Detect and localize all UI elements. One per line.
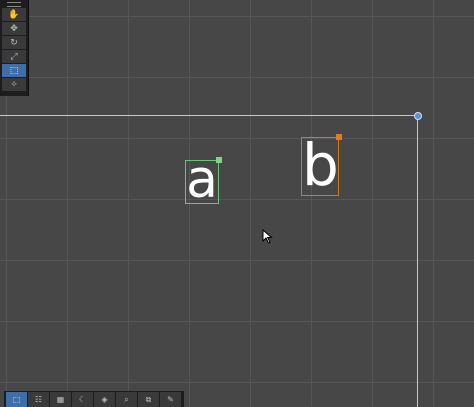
zoom-button[interactable]: ⌕ xyxy=(116,392,137,407)
rect-select-button[interactable]: ⬚ xyxy=(6,392,27,407)
moon-button[interactable]: ☾ xyxy=(72,392,93,407)
align-button[interactable]: ☷ xyxy=(28,392,49,407)
pivot-icon: ✧ xyxy=(10,79,18,90)
glyph-b-selection[interactable]: b xyxy=(301,131,342,199)
scale-tool-button[interactable]: ⤢ xyxy=(2,50,26,63)
canvas-horizontal-guide xyxy=(0,115,418,116)
hand-icon: ✋ xyxy=(8,9,20,20)
layers-icon: ◈ xyxy=(101,395,108,404)
glyph-b-resize-handle[interactable] xyxy=(336,134,342,140)
canvas-corner-handle[interactable] xyxy=(414,112,422,120)
canvas-vertical-guide xyxy=(417,115,418,407)
grid-button[interactable]: ▦ xyxy=(50,392,71,407)
camera-button[interactable]: ⧉ xyxy=(138,392,159,407)
mouse-cursor-icon xyxy=(262,229,273,244)
glyph-b: b xyxy=(302,131,339,199)
align-icon: ☷ xyxy=(34,395,43,404)
glyph-a-resize-handle[interactable] xyxy=(216,157,222,163)
zoom-icon: ⌕ xyxy=(124,394,129,404)
hand-tool-button[interactable]: ✋ xyxy=(2,8,26,21)
scale-icon: ⤢ xyxy=(10,51,18,62)
rect-transform-tool-button[interactable]: ⬚ xyxy=(2,64,26,77)
rect-select-icon: ⬚ xyxy=(12,395,21,404)
glyph-a: a xyxy=(186,150,218,210)
bottom-toolbar: ⬚ ☷ ▦ ☾ ◈ ⌕ ⧉ ✎ xyxy=(4,391,184,407)
tool-palette: ✋ ✥ ↻ ⤢ ⬚ ✧ xyxy=(0,0,29,96)
moon-icon: ☾ xyxy=(78,395,87,404)
eyedropper-icon: ✎ xyxy=(167,395,174,404)
rotate-icon: ↻ xyxy=(10,37,18,48)
layers-button[interactable]: ◈ xyxy=(94,392,115,407)
grid-icon: ▦ xyxy=(56,395,65,404)
pivot-tool-button[interactable]: ✧ xyxy=(2,78,26,91)
glyph-a-selection[interactable]: a xyxy=(185,150,222,210)
camera-icon: ⧉ xyxy=(145,394,152,404)
move-icon: ✥ xyxy=(10,23,18,34)
rotate-tool-button[interactable]: ↻ xyxy=(2,36,26,49)
move-tool-button[interactable]: ✥ xyxy=(2,22,26,35)
palette-grip[interactable] xyxy=(0,0,28,8)
rect-transform-icon: ⬚ xyxy=(9,65,19,76)
eyedropper-button[interactable]: ✎ xyxy=(160,392,181,407)
